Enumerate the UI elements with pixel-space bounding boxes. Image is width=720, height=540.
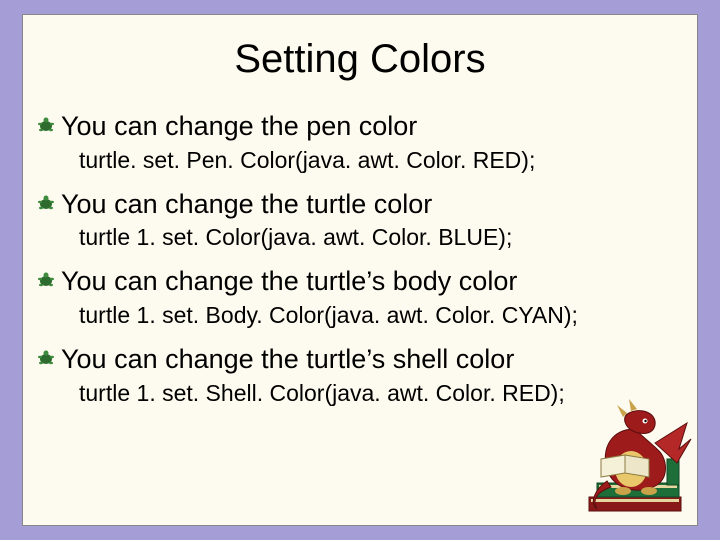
slide-frame: Setting Colors You can change the pen co… bbox=[22, 14, 698, 526]
bullet-lead: You can change the turtle color bbox=[61, 188, 679, 222]
bullet-item: You can change the turtle’s body color t… bbox=[61, 265, 679, 331]
bullet-text: You can change the turtle color bbox=[61, 189, 432, 219]
bullet-code: turtle 1. set. Color(java. awt. Color. B… bbox=[79, 223, 679, 253]
turtle-bullet-icon bbox=[37, 271, 55, 289]
dragon-books-art bbox=[571, 399, 701, 529]
bullet-code: turtle 1. set. Body. Color(java. awt. Co… bbox=[79, 301, 679, 331]
bullet-item: You can change the pen color turtle. set… bbox=[61, 110, 679, 176]
bullet-text: You can change the turtle’s shell color bbox=[61, 344, 514, 374]
bullet-lead: You can change the turtle’s shell color bbox=[61, 343, 679, 377]
bullet-item: You can change the turtle color turtle 1… bbox=[61, 188, 679, 254]
turtle-bullet-icon bbox=[37, 116, 55, 134]
slide-content: You can change the pen color turtle. set… bbox=[23, 110, 697, 409]
bullet-text: You can change the turtle’s body color bbox=[61, 266, 517, 296]
bullet-lead: You can change the pen color bbox=[61, 110, 679, 144]
slide-title: Setting Colors bbox=[23, 37, 697, 82]
turtle-bullet-icon bbox=[37, 194, 55, 212]
turtle-bullet-icon bbox=[37, 349, 55, 367]
bullet-lead: You can change the turtle’s body color bbox=[61, 265, 679, 299]
bullet-code: turtle. set. Pen. Color(java. awt. Color… bbox=[79, 146, 679, 176]
bullet-text: You can change the pen color bbox=[61, 111, 417, 141]
